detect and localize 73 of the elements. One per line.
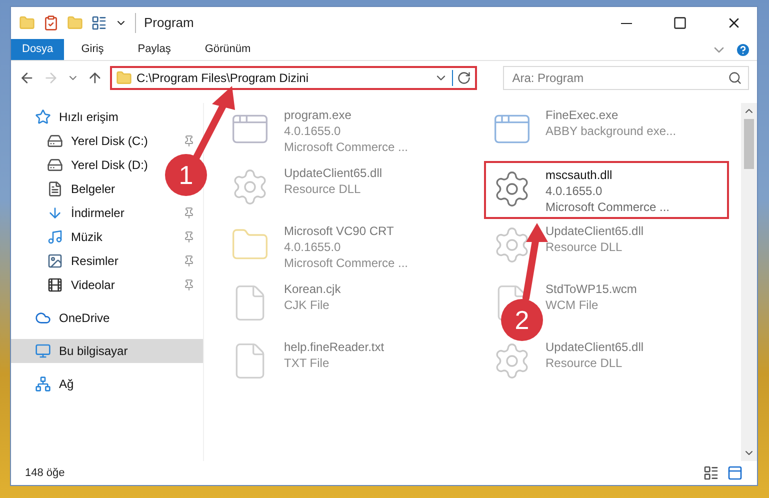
- checklist-icon[interactable]: [43, 15, 59, 31]
- file-name[interactable]: UpdateClient65.dll: [546, 223, 644, 239]
- drive-icon: [47, 133, 63, 149]
- file-detail: Resource DLL: [546, 239, 624, 255]
- file-name[interactable]: FineExec.exe: [546, 107, 676, 123]
- ribbon-tab[interactable]: Dosya: [11, 39, 64, 60]
- download-icon: [47, 205, 63, 221]
- document-icon: [47, 181, 63, 197]
- film-icon: [47, 277, 63, 293]
- properties-icon[interactable]: [91, 15, 107, 31]
- file-detail: 4.0.1655.0: [284, 123, 342, 139]
- refresh-icon[interactable]: [457, 71, 472, 85]
- file-name[interactable]: StdToWP15.wcm: [546, 281, 637, 297]
- maximize-icon: [673, 16, 687, 30]
- file-detail: Microsoft Commerce ...: [284, 139, 408, 155]
- file-name[interactable]: Korean.cjk: [284, 281, 341, 297]
- scrollbar-thumb[interactable]: [744, 119, 754, 169]
- nav-item[interactable]: Müzik: [47, 225, 102, 249]
- pin-icon[interactable]: [183, 207, 195, 219]
- pin-icon[interactable]: [183, 135, 195, 147]
- nav-item[interactable]: Hızlı erişim: [35, 105, 118, 129]
- nav-item[interactable]: Belgeler: [47, 177, 116, 201]
- nav-item[interactable]: İndirmeler: [47, 201, 124, 225]
- file-name[interactable]: program.exe: [284, 107, 408, 123]
- monitor-icon: [35, 343, 51, 359]
- nav-item[interactable]: Yerel Disk (D:): [47, 153, 148, 177]
- file-name[interactable]: UpdateClient65.dll: [546, 339, 644, 355]
- file-item[interactable]: mscsauth.dll 4.0.1655.0 Microsoft Commerce ...: [484, 161, 729, 219]
- help-icon[interactable]: [735, 42, 751, 58]
- file-name[interactable]: Microsoft VC90 CRT: [284, 223, 408, 239]
- minimize-icon: [620, 22, 632, 24]
- nav-item[interactable]: OneDrive: [35, 306, 110, 330]
- nav-item[interactable]: Yerel Disk (C:): [47, 129, 148, 153]
- picture-icon: [47, 253, 63, 269]
- file-detail: WCM File: [546, 297, 600, 313]
- file-detail: TXT File: [284, 355, 330, 371]
- address-bar[interactable]: C:\Program Files\Program Dizini: [110, 66, 478, 90]
- folder-icon: [116, 70, 132, 86]
- file-name[interactable]: help.fineReader.txt: [284, 339, 384, 355]
- search-field[interactable]: Ara: Program: [503, 66, 749, 90]
- file-name[interactable]: UpdateClient65.dll: [284, 165, 382, 181]
- music-icon: [47, 229, 63, 245]
- nav-item[interactable]: Resimler: [47, 249, 118, 273]
- ribbon-tab[interactable]: Paylaş: [126, 39, 182, 60]
- nav-item[interactable]: Ağ: [35, 372, 74, 396]
- file-detail: Resource DLL: [546, 355, 624, 371]
- details-view-icon[interactable]: [703, 465, 719, 481]
- file-name: mscsauth.dll: [546, 167, 614, 183]
- star-icon: [35, 109, 51, 125]
- file-detail: ABBY background exe...: [546, 123, 676, 139]
- nav-item[interactable]: Bu bilgisayar: [11, 339, 203, 363]
- pin-icon[interactable]: [183, 279, 195, 291]
- item-count: 148 öğe: [25, 466, 65, 481]
- file-detail: 4.0.1655.0: [546, 183, 604, 199]
- window-title: Program: [135, 13, 194, 33]
- up-icon[interactable]: [86, 70, 102, 86]
- ribbon-tab[interactable]: Görünüm: [194, 39, 262, 60]
- search-icon[interactable]: [728, 71, 742, 85]
- cloud-icon: [35, 310, 51, 326]
- large-icons-view-icon[interactable]: [727, 465, 743, 481]
- file-detail: Resource DLL: [284, 181, 362, 197]
- file-detail: Microsoft Commerce ...: [284, 255, 408, 271]
- file-detail: CJK File: [284, 297, 330, 313]
- ribbon-tab[interactable]: Giriş: [70, 39, 115, 60]
- nav-item[interactable]: Videolar: [47, 273, 115, 297]
- pin-icon[interactable]: [183, 231, 195, 243]
- file-detail: 4.0.1655.0: [284, 239, 342, 255]
- scrollbar[interactable]: [741, 103, 757, 461]
- file-detail: Microsoft Commerce ...: [546, 199, 670, 215]
- network-icon: [35, 376, 51, 392]
- drive-icon: [47, 157, 63, 173]
- back-icon[interactable]: [19, 70, 35, 86]
- pin-icon[interactable]: [183, 255, 195, 267]
